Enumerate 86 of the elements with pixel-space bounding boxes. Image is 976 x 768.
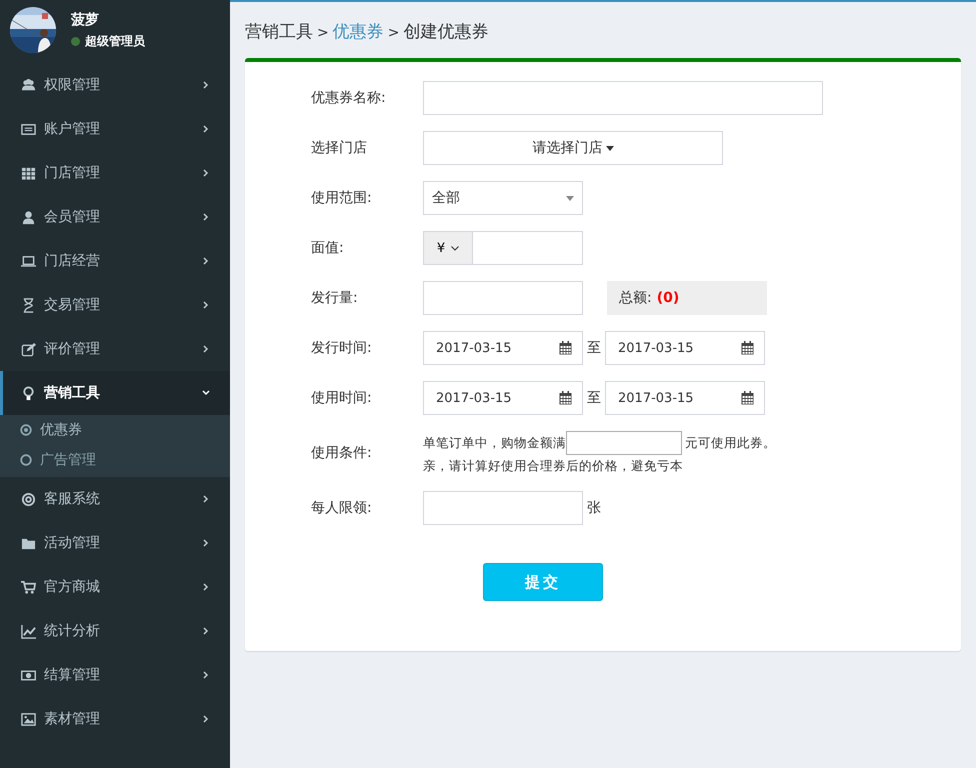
menu-icon [21, 624, 36, 638]
field-label: 面值: [311, 239, 345, 257]
menu-item[interactable]: 素材管理 [0, 697, 230, 741]
amount-input[interactable] [566, 431, 682, 455]
menu-item[interactable]: 营销工具 [0, 371, 230, 415]
breadcrumb-item: 创建优惠券 [403, 21, 488, 43]
date-field[interactable]: 2017-03-15 [423, 381, 583, 415]
menu-icon [21, 298, 36, 312]
value-input[interactable] [472, 231, 583, 265]
date-field[interactable]: 2017-03-15 [423, 331, 583, 365]
field-label: 发行量: [311, 289, 359, 307]
scope-select[interactable]: 全部 [423, 181, 583, 215]
menu-item[interactable]: 统计分析 [0, 609, 230, 653]
breadcrumb-item: 营销工具 [245, 21, 313, 43]
menu-icon [21, 210, 36, 224]
circle-icon [20, 424, 32, 436]
menu-icon [21, 580, 36, 594]
field-label: 每人限领: [311, 499, 373, 517]
chevron-right-icon [202, 714, 210, 724]
chevron-right-icon [202, 344, 210, 354]
field-label: 优惠券名称: [311, 89, 387, 107]
limit-input[interactable] [423, 491, 583, 525]
menu-icon [21, 254, 36, 268]
caret-icon [606, 146, 614, 150]
store-dropdown[interactable]: 请选择门店 [423, 131, 723, 165]
range-separator: 至 [587, 339, 601, 357]
chevron-right-icon [202, 582, 210, 592]
currency-dropdown[interactable]: ¥ [423, 231, 472, 265]
hint-text: 亲，请计算好使用合理券后的价格，避免亏本 [423, 458, 684, 475]
menu-icon [21, 78, 36, 92]
breadcrumb-separator: > [317, 25, 329, 41]
chevron-down-icon [202, 388, 210, 398]
calendar-icon[interactable] [559, 341, 572, 355]
menu-item[interactable]: 会员管理 [0, 195, 230, 239]
quantity-input[interactable] [423, 281, 583, 315]
menu-item[interactable]: 门店经营 [0, 239, 230, 283]
menu-icon [21, 668, 36, 682]
breadcrumb-separator: > [388, 25, 400, 41]
menu-item[interactable]: 交易管理 [0, 283, 230, 327]
field-label: 使用范围: [311, 189, 373, 207]
chevron-right-icon [202, 538, 210, 548]
chevron-right-icon [202, 300, 210, 310]
chevron-right-icon [202, 256, 210, 266]
field-label: 使用条件: [311, 444, 373, 462]
date-field[interactable]: 2017-03-15 [605, 381, 765, 415]
menu-item[interactable]: 活动管理 [0, 521, 230, 565]
chevron-right-icon [202, 80, 210, 90]
calendar-icon[interactable] [741, 341, 754, 355]
calendar-icon[interactable] [741, 391, 754, 405]
menu-icon [21, 166, 36, 180]
user-name: 菠萝 [71, 10, 100, 28]
menu-item[interactable]: 门店管理 [0, 151, 230, 195]
field-label: 发行时间: [311, 339, 373, 357]
menu-icon [21, 122, 36, 136]
menu-item[interactable]: 官方商城 [0, 565, 230, 609]
circle-icon [20, 454, 32, 466]
date-field[interactable]: 2017-03-15 [605, 331, 765, 365]
condition-text: 单笔订单中，购物金额满 [423, 434, 566, 452]
chevron-right-icon [202, 212, 210, 222]
menu-item[interactable]: 账户管理 [0, 107, 230, 151]
chevron-right-icon [202, 494, 210, 504]
submenu-item[interactable]: 优惠券 [0, 415, 230, 445]
menu-icon [21, 342, 36, 356]
submenu-item[interactable]: 广告管理 [0, 445, 230, 475]
chevron-right-icon [202, 124, 210, 134]
user-role: 超级管理员 [85, 32, 145, 50]
menu-item[interactable]: 客服系统 [0, 477, 230, 521]
caret-icon [566, 196, 574, 200]
calendar-icon[interactable] [559, 391, 572, 405]
menu-icon [21, 712, 36, 726]
condition-text: 元可使用此券。 [685, 434, 776, 452]
chevron-right-icon [202, 670, 210, 680]
menu-item[interactable]: 权限管理 [0, 63, 230, 107]
menu-item[interactable]: 结算管理 [0, 653, 230, 697]
unit-label: 张 [587, 499, 601, 517]
total-amount: 总额: (0) [607, 281, 767, 315]
range-separator: 至 [587, 389, 601, 407]
field-label: 选择门店 [311, 139, 368, 157]
menu-icon [21, 492, 36, 506]
menu-icon [21, 386, 36, 400]
chevron-right-icon [202, 168, 210, 178]
field-label: 使用时间: [311, 389, 373, 407]
chevron-down-icon [451, 246, 460, 250]
menu-item[interactable]: 评价管理 [0, 327, 230, 371]
chevron-right-icon [202, 626, 210, 636]
name-input[interactable] [423, 81, 823, 115]
